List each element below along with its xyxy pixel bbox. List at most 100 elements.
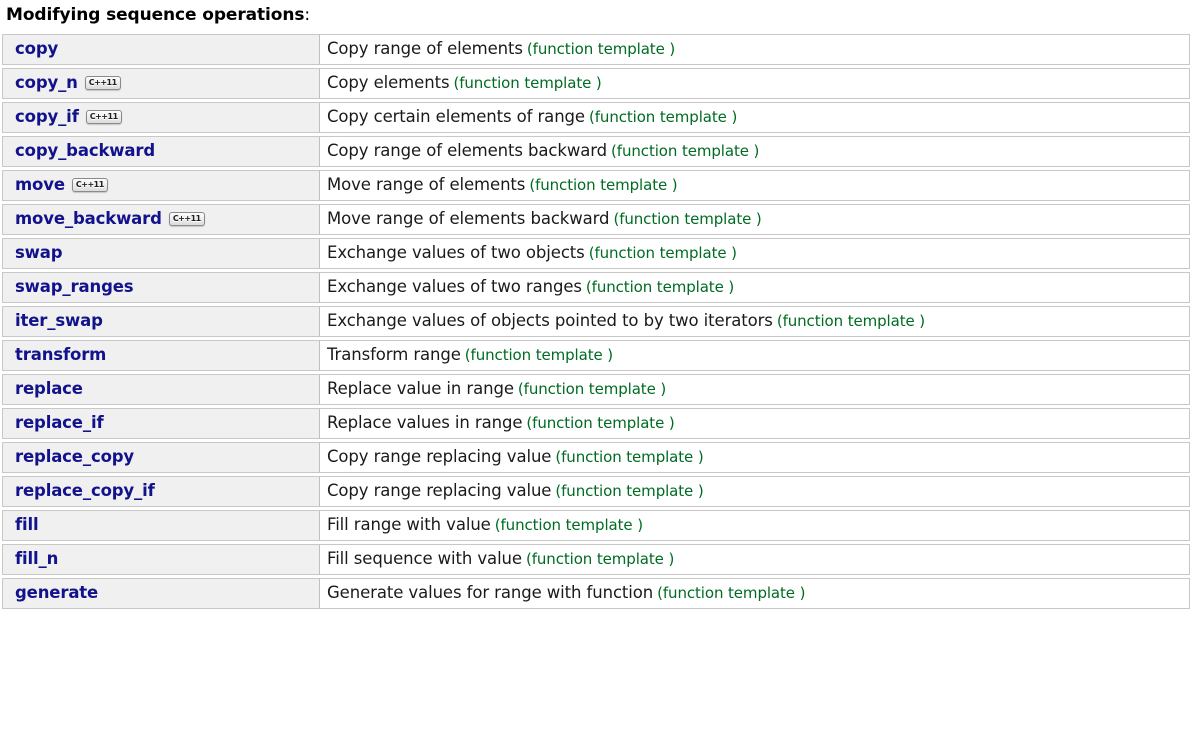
function-link[interactable]: generate: [15, 583, 98, 602]
table-row: replace Replace value in range (function t…: [2, 374, 1190, 405]
function-kind-label: (function template ): [776, 312, 926, 330]
function-name-cell[interactable]: copy: [2, 34, 320, 65]
function-link[interactable]: copy_backward: [15, 141, 155, 160]
function-description-cell: Copy range of elements (function template…: [320, 34, 1190, 65]
function-link[interactable]: copy: [15, 39, 58, 58]
function-description-cell: Copy range replacing value (function temp…: [320, 442, 1190, 473]
function-link[interactable]: replace_if: [15, 413, 104, 432]
function-kind-label: (function template ): [529, 176, 678, 194]
function-description-text: Replace value in range: [327, 379, 514, 398]
function-kind-label: (function template ): [585, 278, 735, 296]
function-link[interactable]: replace: [15, 379, 83, 398]
function-kind-label: (function template ): [657, 584, 806, 602]
function-name-cell[interactable]: replace: [2, 374, 320, 405]
function-description-cell: Exchange values of two objects (function …: [320, 238, 1190, 269]
function-link[interactable]: move: [15, 175, 65, 194]
function-description-cell: Generate values for range with function(…: [320, 578, 1190, 609]
function-description-cell: Transform range (function template ): [320, 340, 1190, 371]
function-kind-label: (function template ): [588, 244, 737, 262]
function-description-cell: Copy certain elements of range (function …: [320, 102, 1190, 133]
function-link[interactable]: swap_ranges: [15, 277, 134, 296]
function-description-cell: Replace values in range (function templat…: [320, 408, 1190, 439]
function-link[interactable]: fill_n: [15, 549, 58, 568]
function-name-cell[interactable]: copy_n C++11: [2, 68, 320, 99]
table-row: copy_backward Copy range of elements back…: [2, 136, 1190, 167]
table-row: fill Fill range with value (function templ…: [2, 510, 1190, 541]
function-link[interactable]: copy_n: [15, 73, 78, 92]
function-link[interactable]: swap: [15, 243, 63, 262]
function-reference-table-body: copy Copy range of elements (function temp…: [2, 34, 1190, 609]
function-description-text: Exchange values of two objects: [327, 243, 585, 262]
function-name-cell[interactable]: fill_n: [2, 544, 320, 575]
function-description-text: Fill range with value: [327, 515, 491, 534]
function-link[interactable]: move_backward: [15, 209, 162, 228]
function-kind-label: (function template ): [494, 516, 643, 534]
function-description-cell: Move range of elements backward (function…: [320, 204, 1190, 235]
function-description-text: Generate values for range with function: [327, 583, 654, 602]
table-row: move C++11 Move range of elements (function…: [2, 170, 1190, 201]
function-description-text: Exchange values of two ranges: [327, 277, 582, 296]
function-description-text: Copy range replacing value: [327, 481, 552, 500]
function-kind-label: (function template ): [526, 40, 676, 58]
function-link[interactable]: transform: [15, 345, 106, 364]
function-link[interactable]: replace_copy: [15, 447, 134, 466]
function-description-text: Move range of elements: [327, 175, 526, 194]
function-name-cell[interactable]: move_backward C++11: [2, 204, 320, 235]
table-row: replace_copy Copy range replacing value (f…: [2, 442, 1190, 473]
function-description-text: Copy range of elements backward: [327, 141, 608, 160]
function-name-cell[interactable]: transform: [2, 340, 320, 371]
function-name-cell[interactable]: copy_backward: [2, 136, 320, 167]
cpp11-badge-icon: C++11: [71, 178, 108, 192]
function-description-cell: Exchange values of objects pointed to by…: [320, 306, 1190, 337]
function-description-cell: Copy range replacing value (function temp…: [320, 476, 1190, 507]
function-name-cell[interactable]: generate: [2, 578, 320, 609]
table-row: replace_if Replace values in range (functi…: [2, 408, 1190, 439]
page-title: Modifying sequence operations:: [0, 0, 1192, 31]
table-row: copy_n C++11 Copy elements (function templa…: [2, 68, 1190, 99]
function-kind-label: (function template ): [555, 448, 704, 466]
function-description-text: Exchange values of objects pointed to by…: [327, 311, 773, 330]
table-row: iter_swap Exchange values of objects poin…: [2, 306, 1190, 337]
cpp11-badge-icon: C++11: [168, 212, 205, 226]
function-link[interactable]: iter_swap: [15, 311, 103, 330]
function-reference-table: copy Copy range of elements (function temp…: [2, 31, 1190, 612]
function-name-cell[interactable]: replace_copy: [2, 442, 320, 473]
function-description-cell: Move range of elements (function template…: [320, 170, 1190, 201]
reference-page: Modifying sequence operations: copy Copy …: [0, 0, 1192, 612]
function-kind-label: (function template ): [526, 414, 675, 432]
table-row: generate Generate values for range with f…: [2, 578, 1190, 609]
function-kind-label: (function template ): [588, 108, 738, 126]
function-link[interactable]: copy_if: [15, 107, 79, 126]
function-link[interactable]: replace_copy_if: [15, 481, 155, 500]
function-link[interactable]: fill: [15, 515, 39, 534]
function-description-text: Copy range of elements: [327, 39, 523, 58]
function-kind-label: (function template ): [611, 142, 760, 160]
function-name-cell[interactable]: swap: [2, 238, 320, 269]
function-description-cell: Fill sequence with value (function templa…: [320, 544, 1190, 575]
function-kind-label: (function template ): [464, 346, 614, 364]
table-row: transform Transform range (function templa…: [2, 340, 1190, 371]
function-name-cell[interactable]: swap_ranges: [2, 272, 320, 303]
function-description-cell: Copy elements (function template ): [320, 68, 1190, 99]
function-name-cell[interactable]: copy_if C++11: [2, 102, 320, 133]
function-name-cell[interactable]: fill: [2, 510, 320, 541]
function-name-cell[interactable]: iter_swap: [2, 306, 320, 337]
table-row: copy Copy range of elements (function temp…: [2, 34, 1190, 65]
table-row: swap Exchange values of two objects (funct…: [2, 238, 1190, 269]
function-description-cell: Copy range of elements backward (function…: [320, 136, 1190, 167]
function-kind-label: (function template ): [517, 380, 667, 398]
page-title-text: Modifying sequence operations: [6, 5, 305, 25]
table-row: swap_ranges Exchange values of two ranges…: [2, 272, 1190, 303]
function-kind-label: (function template ): [525, 550, 675, 568]
function-description-cell: Replace value in range (function template…: [320, 374, 1190, 405]
table-row: replace_copy_if Copy range replacing valu…: [2, 476, 1190, 507]
function-name-cell[interactable]: move C++11: [2, 170, 320, 201]
function-description-text: Move range of elements backward: [327, 209, 610, 228]
function-description-text: Transform range: [327, 345, 461, 364]
function-description-text: Fill sequence with value: [327, 549, 522, 568]
table-row: copy_if C++11 Copy certain elements of ran…: [2, 102, 1190, 133]
table-row: fill_n Fill sequence with value (function …: [2, 544, 1190, 575]
function-name-cell[interactable]: replace_if: [2, 408, 320, 439]
function-name-cell[interactable]: replace_copy_if: [2, 476, 320, 507]
cpp11-badge-icon: C++11: [84, 76, 121, 90]
